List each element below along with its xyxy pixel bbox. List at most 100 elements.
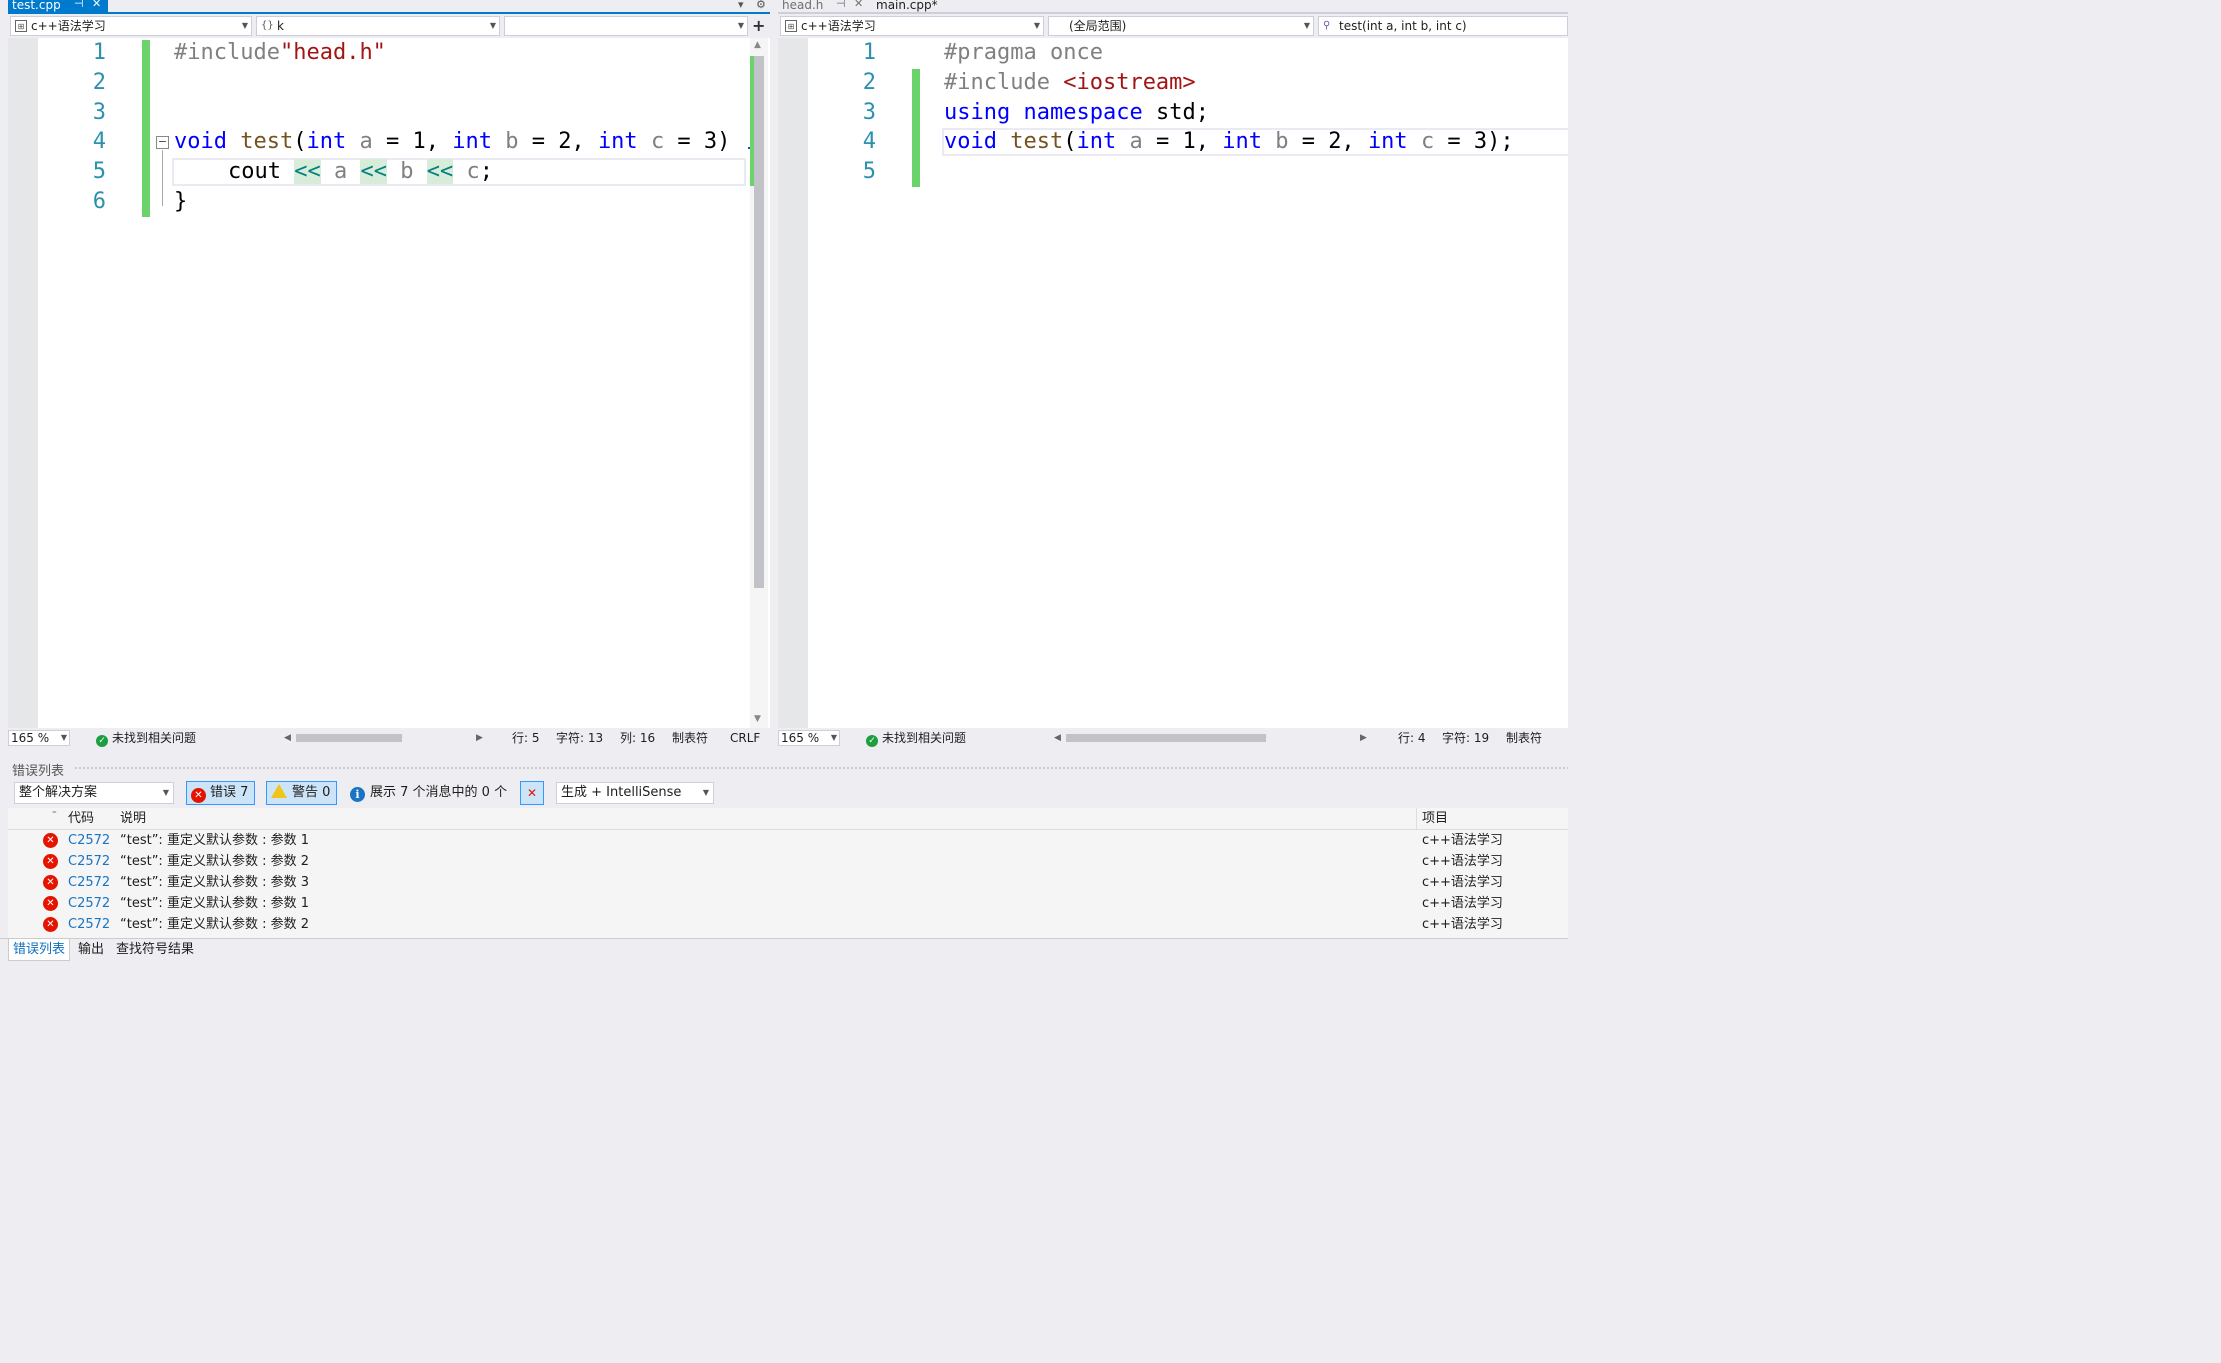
- panel-grip[interactable]: [74, 766, 1568, 771]
- close-icon[interactable]: ✕: [854, 0, 863, 9]
- table-row[interactable]: ✕ C2572 “test”: 重定义默认参数 : 参数 2 c++语法学习: [8, 851, 1568, 872]
- split-window-icon[interactable]: +: [752, 16, 765, 35]
- error-code-link[interactable]: C2572: [68, 872, 110, 893]
- column-header-description[interactable]: 说明: [120, 808, 146, 830]
- horizontal-scrollbar[interactable]: [296, 734, 476, 742]
- indent-mode[interactable]: 制表符: [1506, 728, 1542, 748]
- keyword-token: int: [1076, 129, 1117, 154]
- tab-main-cpp[interactable]: main.cpp*: [872, 0, 952, 12]
- scrollbar-thumb[interactable]: [754, 56, 764, 588]
- error-code-link[interactable]: C2572: [68, 830, 110, 851]
- tab-label: head.h: [782, 0, 824, 12]
- operator-token: <<: [426, 159, 454, 184]
- param-token: a: [333, 159, 348, 184]
- pin-icon[interactable]: ⊣: [74, 0, 84, 9]
- right-code-area[interactable]: 1 2 3 4 5 #pragma once #include <iostrea…: [808, 38, 1568, 728]
- filter-toggle-button[interactable]: ✕: [520, 781, 544, 805]
- line-number: 4: [92, 129, 106, 154]
- horizontal-scrollbar[interactable]: [1066, 734, 1358, 742]
- scroll-right-arrow-icon[interactable]: ▶: [1360, 728, 1367, 748]
- errors-filter-button[interactable]: ✕ 错误 7: [186, 781, 256, 805]
- line-indicator[interactable]: 行: 4: [1398, 728, 1426, 748]
- error-code-link[interactable]: C2572: [68, 914, 110, 935]
- member-dropdown[interactable]: ⚲ test(int a, int b, int c): [1318, 16, 1568, 36]
- param-token: b: [505, 129, 519, 154]
- tab-test-cpp[interactable]: test.cpp ⊣ ✕: [8, 0, 108, 12]
- error-project: c++语法学习: [1422, 854, 1503, 869]
- scroll-right-arrow-icon[interactable]: ▶: [476, 728, 483, 748]
- issues-indicator[interactable]: ✓ 未找到相关问题: [96, 728, 196, 748]
- tab-head-h[interactable]: head.h ⊣ ✕: [778, 0, 870, 12]
- error-list-panel: 错误列表 整个解决方案 ▼ ✕ 错误 7 警告 0 i 展示 7 个消息中的 0 个…: [0, 756, 1568, 962]
- sort-icon[interactable]: ⁼: [52, 804, 57, 826]
- line-indicator[interactable]: 行: 5: [512, 728, 540, 748]
- chevron-down-icon: ▼: [830, 733, 837, 742]
- zoom-dropdown[interactable]: 165 % ▼: [8, 730, 70, 746]
- messages-filter-button[interactable]: i 展示 7 个消息中的 0 个: [350, 781, 507, 805]
- scroll-up-arrow-icon[interactable]: ▲: [754, 40, 761, 50]
- char-indicator[interactable]: 字符: 19: [1442, 728, 1489, 748]
- scope-dropdown[interactable]: (全局范围) ▼: [1048, 16, 1314, 36]
- param-token: a: [1129, 129, 1143, 154]
- code-line-5: cout << a << b << c;: [228, 159, 493, 184]
- scroll-down-arrow-icon[interactable]: ▼: [754, 714, 761, 724]
- char-indicator[interactable]: 字符: 13: [556, 728, 603, 748]
- pane-splitter[interactable]: [770, 0, 778, 748]
- error-project: c++语法学习: [1422, 875, 1503, 890]
- scope-filter-dropdown[interactable]: 整个解决方案 ▼: [14, 782, 174, 804]
- left-code-area[interactable]: 1 2 3 4 5 6 − #include"head.h" void test…: [38, 38, 768, 728]
- scrollbar-thumb[interactable]: [1066, 734, 1266, 742]
- collapse-icon[interactable]: −: [156, 136, 169, 149]
- pin-icon[interactable]: ⊣: [836, 0, 846, 9]
- error-code-link[interactable]: C2572: [68, 851, 110, 872]
- member-dropdown[interactable]: ▼: [504, 16, 748, 36]
- punct-token: ;: [479, 159, 493, 184]
- tab-error-list[interactable]: 错误列表: [8, 939, 71, 961]
- zoom-dropdown[interactable]: 165 % ▼: [778, 730, 840, 746]
- settings-icon[interactable]: ⚙: [756, 0, 766, 11]
- line-ending[interactable]: CRLF: [730, 728, 760, 748]
- keyword-token: int: [306, 129, 347, 154]
- vertical-scrollbar[interactable]: ▲ ▼: [750, 38, 768, 728]
- scope-label: (全局范围): [1069, 19, 1127, 33]
- error-code-link[interactable]: C2572: [68, 893, 110, 914]
- column-header-project[interactable]: 项目: [1422, 808, 1448, 830]
- project-dropdown[interactable]: ⊞ c++语法学习 ▼: [780, 16, 1044, 36]
- tab-list-dropdown-icon[interactable]: ▾: [738, 0, 744, 11]
- col-indicator[interactable]: 列: 16: [620, 728, 655, 748]
- param-token: b: [400, 159, 414, 184]
- column-header-code[interactable]: 代码: [68, 808, 94, 830]
- scope-dropdown[interactable]: {} k ▼: [256, 16, 500, 36]
- namespace-token: std;: [1155, 100, 1209, 125]
- zoom-value: 165 %: [781, 731, 820, 745]
- build-source-dropdown[interactable]: 生成 + IntelliSense ▼: [556, 782, 714, 804]
- tab-output[interactable]: 输出: [74, 939, 108, 961]
- right-status-bar: 165 % ▼ ✓ 未找到相关问题 ◀ ▶ 行: 4 字符: 19 制表符: [778, 728, 1568, 748]
- project-dropdown[interactable]: ⊞ c++语法学习 ▼: [10, 16, 252, 36]
- function-token: test: [1010, 129, 1064, 154]
- table-row[interactable]: ✕ C2572 “test”: 重定义默认参数 : 参数 1 c++语法学习: [8, 830, 1568, 851]
- issues-indicator[interactable]: ✓ 未找到相关问题: [866, 728, 966, 748]
- filter-icon: ✕: [526, 786, 538, 800]
- left-glyph-margin: [8, 38, 38, 728]
- punct-token: = 3): [664, 129, 731, 154]
- zoom-value: 165 %: [11, 731, 50, 745]
- close-icon[interactable]: ✕: [92, 0, 101, 9]
- scrollbar-thumb[interactable]: [296, 734, 402, 742]
- scroll-left-arrow-icon[interactable]: ◀: [284, 728, 291, 748]
- table-row[interactable]: ✕ C2572 “test”: 重定义默认参数 : 参数 1 c++语法学习: [8, 893, 1568, 914]
- table-row[interactable]: ✕ C2572 “test”: 重定义默认参数 : 参数 3 c++语法学习: [8, 872, 1568, 893]
- tab-find-symbol-results[interactable]: 查找符号结果: [112, 939, 198, 961]
- code-line-3: using namespace std;: [944, 100, 1209, 125]
- chevron-down-icon: ▼: [241, 21, 248, 30]
- left-status-bar: 165 % ▼ ✓ 未找到相关问题 ◀ ▶ 行: 5 字符: 13 列: 16 制…: [8, 728, 770, 748]
- warnings-filter-button[interactable]: 警告 0: [266, 781, 338, 805]
- right-glyph-margin: [778, 38, 808, 728]
- line-number: 2: [862, 70, 876, 95]
- punct-token: (: [293, 129, 307, 154]
- scroll-left-arrow-icon[interactable]: ◀: [1054, 728, 1061, 748]
- param-token: a: [359, 129, 373, 154]
- indent-mode[interactable]: 制表符: [672, 728, 708, 748]
- string-token: "head.h": [279, 40, 386, 65]
- table-row[interactable]: ✕ C2572 “test”: 重定义默认参数 : 参数 2 c++语法学习: [8, 914, 1568, 935]
